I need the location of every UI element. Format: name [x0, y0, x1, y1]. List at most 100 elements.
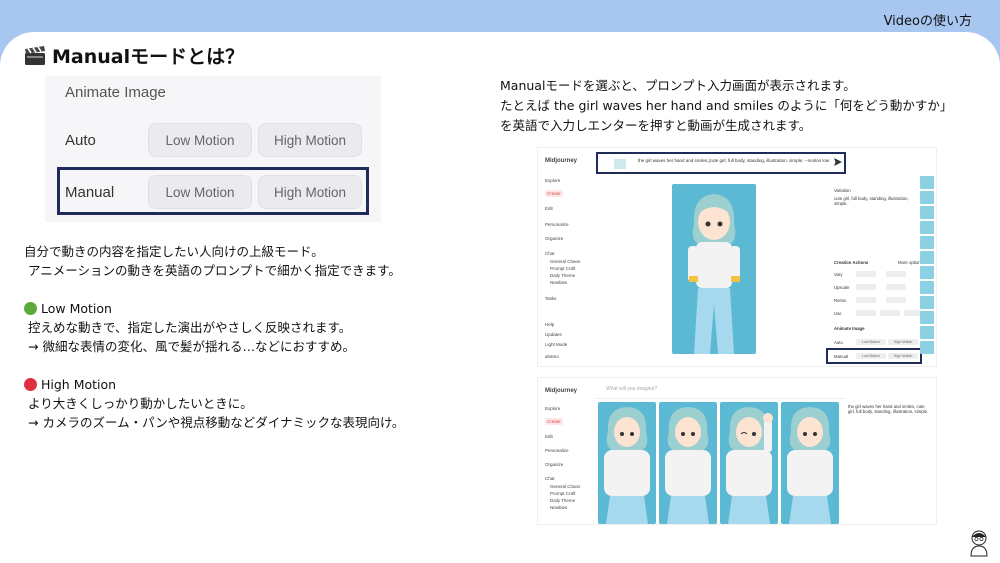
- sidebar: Midjourney Explore Create Edit Personali…: [538, 148, 594, 366]
- sidebar-item-chat[interactable]: Chat: [545, 251, 555, 256]
- history-thumb[interactable]: [920, 191, 934, 204]
- prompt-description: cute girl, full body, standing, illustra…: [834, 196, 909, 206]
- low-motion-desc: 控えめな動きで、指定した演出がやさしく反映されます。: [28, 320, 352, 335]
- midjourney-screenshot-prompt: Midjourney Explore Create Edit Personali…: [537, 147, 937, 367]
- high-motion-desc: より大きくしっかり動かしたいときに。: [28, 396, 253, 411]
- sidebar-item-tasks[interactable]: Tasks: [545, 296, 557, 301]
- video-frame-2[interactable]: [659, 402, 717, 524]
- intro-line: 自分で動きの内容を指定したい人向けの上級モード。: [24, 244, 324, 259]
- history-thumb[interactable]: [920, 296, 934, 309]
- high-motion-heading: High Motion: [24, 375, 404, 394]
- mini-auto-high-button[interactable]: High Motion: [888, 339, 918, 345]
- video-frame-3[interactable]: [720, 402, 778, 524]
- girl-illustration: [787, 407, 833, 524]
- divider: [596, 398, 846, 399]
- generated-image[interactable]: [672, 184, 756, 354]
- app-logo: Midjourney: [545, 158, 578, 164]
- remix-strong-button[interactable]: [886, 297, 906, 303]
- sidebar-item-create[interactable]: Create: [545, 190, 563, 197]
- sidebar-item-updates[interactable]: Updates: [545, 332, 562, 337]
- sidebar-item-general-chaos[interactable]: General Chaos: [550, 484, 580, 489]
- girl-illustration: [665, 407, 711, 524]
- red-dot-icon: [24, 378, 37, 391]
- sidebar-item-personalize[interactable]: Personalize: [545, 448, 569, 453]
- history-thumb[interactable]: [920, 206, 934, 219]
- sidebar-item-newbies[interactable]: Newbies: [550, 280, 567, 285]
- vary-subtle-button[interactable]: [856, 271, 876, 277]
- upscale-creative-button[interactable]: [886, 284, 906, 290]
- upscale-subtle-button[interactable]: [856, 284, 876, 290]
- green-dot-icon: [24, 302, 37, 315]
- high-motion-title: High Motion: [41, 377, 117, 392]
- history-thumb[interactable]: [920, 281, 934, 294]
- sidebar-item-prompt-craft[interactable]: Prompt Craft: [550, 266, 576, 271]
- sidebar-item-explore[interactable]: Explore: [545, 178, 560, 183]
- history-thumb[interactable]: [920, 266, 934, 279]
- creation-actions-heading: Creation Actions: [834, 260, 869, 265]
- sidebar-item-personalize[interactable]: Personalize: [545, 222, 569, 227]
- video-frame-1[interactable]: [598, 402, 656, 524]
- vary-label: Vary: [834, 272, 843, 277]
- low-motion-example: → 微細な表情の変化、風で髪が揺れる…などにおすすめ。: [28, 339, 355, 354]
- page-title: Manualモードとは？: [24, 42, 244, 69]
- vary-strong-button[interactable]: [886, 271, 906, 277]
- sidebar-item-newbies[interactable]: Newbies: [550, 505, 567, 510]
- page-title-text: Manualモードとは？: [52, 46, 245, 68]
- video-frame-4[interactable]: [781, 402, 839, 524]
- sidebar-item-user[interactable]: ahamo: [545, 354, 559, 359]
- remix-subtle-button[interactable]: [856, 297, 876, 303]
- history-thumb[interactable]: [920, 236, 934, 249]
- high-motion-section: High Motion より大きくしっかり動かしたいときに。 → カメラのズーム…: [24, 375, 404, 432]
- section-label: Videoの使い方: [883, 14, 972, 29]
- auto-label: Auto: [65, 132, 96, 149]
- imagine-search-input[interactable]: What will you imagine?: [606, 386, 657, 392]
- low-motion-heading: Low Motion: [24, 299, 355, 318]
- sidebar-item-chat[interactable]: Chat: [545, 476, 555, 481]
- mini-auto-low-button[interactable]: Low Motion: [856, 339, 886, 345]
- mini-auto-label: Auto: [834, 340, 843, 345]
- animate-image-panel: Animate Image Auto Low Motion High Motio…: [45, 76, 381, 222]
- clapperboard-icon: [25, 45, 45, 65]
- mini-manual-highlight-frame: [826, 348, 922, 364]
- history-thumb[interactable]: [920, 311, 934, 324]
- history-strip: [920, 176, 934, 356]
- use-label: Use: [834, 311, 842, 316]
- send-icon[interactable]: [834, 158, 842, 166]
- sidebar-item-organize[interactable]: Organize: [545, 462, 563, 467]
- history-thumb[interactable]: [920, 221, 934, 234]
- history-thumb[interactable]: [920, 176, 934, 189]
- animate-image-heading: Animate Image: [834, 326, 865, 331]
- girl-waving-illustration: [726, 407, 773, 524]
- low-motion-title: Low Motion: [41, 301, 112, 316]
- sidebar-item-daily-theme[interactable]: Daily Theme: [550, 273, 575, 278]
- use-style-button[interactable]: [880, 310, 900, 316]
- history-thumb[interactable]: [920, 251, 934, 264]
- sidebar-item-edit[interactable]: Edit: [545, 434, 553, 439]
- history-thumb[interactable]: [920, 341, 934, 354]
- sidebar-item-daily-theme[interactable]: Daily Theme: [550, 498, 575, 503]
- sidebar-item-edit[interactable]: Edit: [545, 206, 553, 211]
- sidebar-item-light-mode[interactable]: Light Mode: [545, 342, 567, 347]
- explanation-line: Manualモードを選ぶと、プロンプト入力画面が表示されます。: [500, 78, 856, 93]
- history-thumb[interactable]: [920, 326, 934, 339]
- girl-illustration: [604, 407, 650, 524]
- sidebar-item-create[interactable]: Create: [545, 418, 563, 425]
- sidebar-item-prompt-craft[interactable]: Prompt Craft: [550, 491, 576, 496]
- sidebar-item-explore[interactable]: Explore: [545, 406, 560, 411]
- auto-high-motion-button[interactable]: High Motion: [258, 123, 362, 157]
- girl-illustration: [688, 194, 740, 354]
- sidebar-item-organize[interactable]: Organize: [545, 236, 563, 241]
- use-image-button[interactable]: [856, 310, 876, 316]
- sidebar-item-help[interactable]: Help: [545, 322, 554, 327]
- author-avatar-icon: [970, 530, 988, 557]
- variation-label: Variation: [834, 188, 851, 193]
- low-motion-section: Low Motion 控えめな動きで、指定した演出がやさしく反映されます。 → …: [24, 299, 355, 356]
- sidebar-item-general-chaos[interactable]: General Chaos: [550, 259, 580, 264]
- sidebar: Midjourney Explore Create Edit Personali…: [538, 378, 594, 524]
- high-motion-example: → カメラのズーム・パンや視点移動などダイナミックな表現向け。: [28, 415, 405, 430]
- prompt-input[interactable]: the girl waves her hand and smiles,|cute…: [596, 152, 846, 174]
- auto-low-motion-button[interactable]: Low Motion: [148, 123, 252, 157]
- intro-text: 自分で動きの内容を指定したい人向けの上級モード。 アニメーションの動きを英語のプ…: [24, 242, 401, 280]
- app-logo: Midjourney: [545, 388, 578, 394]
- explanation-line: たとえば the girl waves her hand and smiles …: [500, 98, 953, 113]
